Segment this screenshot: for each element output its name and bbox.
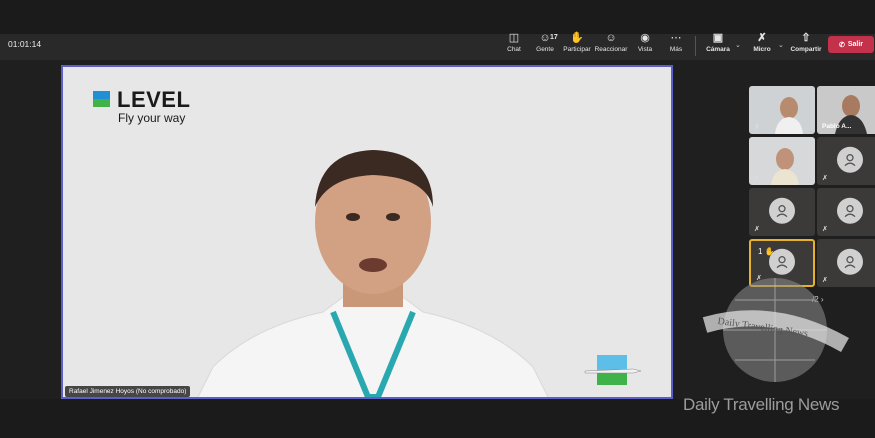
- meeting-toolbar: [0, 34, 875, 60]
- mic-off-icon: ✗: [822, 226, 828, 233]
- people-count: 17: [550, 34, 558, 41]
- level-logo-icon: [93, 91, 110, 107]
- people-button[interactable]: ☺ 17 Gente: [530, 32, 560, 53]
- phone-icon: ✆: [838, 41, 845, 49]
- mic-button[interactable]: ✗ Micro: [747, 32, 777, 53]
- view-button[interactable]: ◉ Vista: [630, 32, 660, 53]
- smile-icon: ☺: [605, 32, 617, 44]
- logo-text: LEVEL: [117, 87, 191, 112]
- avatar: [769, 197, 795, 224]
- watermark-globe-icon: Daily Travelling News: [702, 278, 849, 382]
- title-bar: [0, 0, 875, 34]
- more-button[interactable]: ⋯ Más: [661, 32, 691, 53]
- camera-off-icon: ▣: [712, 32, 724, 44]
- participant-tile[interactable]: ✗: [817, 137, 875, 185]
- participate-button[interactable]: ✋ Participar: [562, 32, 592, 53]
- participant-tile[interactable]: ✗: [817, 188, 875, 236]
- participant-name: Pablo A...: [822, 123, 852, 130]
- participant-tile[interactable]: Pablo A...: [817, 86, 875, 134]
- mic-options-chevron-icon[interactable]: ⌄: [778, 41, 784, 49]
- people-icon: ☺: [539, 32, 551, 44]
- share-button[interactable]: ⇧ Compartir: [790, 32, 822, 53]
- logo-tagline: Fly your way: [118, 111, 186, 125]
- camera-button[interactable]: ▣ Cámara: [703, 32, 733, 53]
- participant-tile[interactable]: ✗: [749, 137, 815, 185]
- mic-off-icon: ✗: [754, 124, 760, 131]
- chat-icon: ◫: [508, 32, 520, 44]
- hand-icon: ✋: [570, 32, 584, 44]
- camera-options-chevron-icon[interactable]: ⌄: [735, 41, 741, 49]
- mic-off-icon: ✗: [754, 175, 760, 182]
- chat-button[interactable]: ◫ Chat: [499, 32, 529, 53]
- avatar: [837, 146, 863, 173]
- participant-tile[interactable]: ✗: [749, 188, 815, 236]
- meeting-timer: 01:01:14: [8, 39, 42, 49]
- view-icon: ◉: [640, 32, 650, 44]
- react-button[interactable]: ☺ Reaccionar: [595, 32, 628, 53]
- share-icon: ⇧: [801, 32, 811, 44]
- participant-tile[interactable]: ✗: [749, 86, 815, 134]
- leave-button[interactable]: ✆ Salir: [828, 36, 874, 53]
- mic-off-icon: ✗: [757, 32, 767, 44]
- mic-off-icon: ✗: [754, 226, 760, 233]
- more-icon: ⋯: [670, 32, 682, 44]
- toolbar-divider: [695, 36, 696, 56]
- watermark-text: Daily Travelling News: [683, 395, 840, 414]
- airplane-icon: [584, 355, 642, 385]
- main-video-tile[interactable]: LEVEL Fly your way Rafael Jimenez Hoyos …: [61, 65, 673, 399]
- speaker-video: [197, 150, 549, 397]
- avatar: [837, 197, 863, 224]
- speaker-name-tag: Rafael Jimenez Hoyos (No comprobado): [65, 386, 191, 397]
- mic-off-icon: ✗: [822, 175, 828, 182]
